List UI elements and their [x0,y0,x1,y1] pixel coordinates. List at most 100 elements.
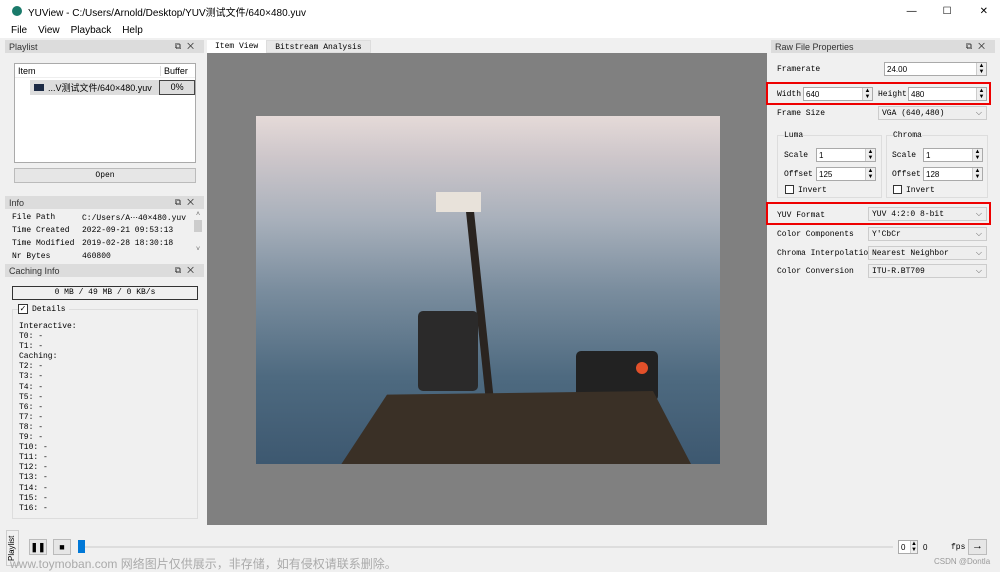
cache-line: T3: - [19,372,44,382]
cache-line: T12: - [19,463,48,473]
width-spinbox[interactable]: 640 ▲ ▼ [803,87,873,101]
menu-file[interactable]: File [11,25,27,36]
cache-line: T11: - [19,453,48,463]
spin-arrows-icon[interactable]: ▲ ▼ [976,63,986,75]
spin-arrows-icon[interactable]: ▲ ▼ [972,168,982,180]
spin-arrows-icon[interactable]: ▲ ▼ [976,88,986,100]
raw-props-title: Raw File Properties [775,41,854,52]
spin-arrows-icon[interactable]: ▲ ▼ [862,88,872,100]
app-icon [12,6,22,16]
playlist-tree[interactable]: Item Buffer ...V测试文件/640×480.yuv 0% [14,63,196,163]
cache-thread-list: Interactive: T0: - T1: - Caching: T2: - T3: -… [19,322,77,514]
menu-help[interactable]: Help [122,25,143,36]
tab-bitstream-analysis[interactable]: Bitstream Analysis [266,40,371,53]
pause-button[interactable]: ❚❚ [29,539,47,555]
chroma-group: Chroma Scale 1 ▲ ▼ Offset 128 ▲ ▼ Invert [886,131,988,198]
cache-line: T5: - [19,392,44,402]
interp-label: Chroma Interpolation [777,249,874,258]
yuv-frame-image [256,116,720,464]
details-group: ✓ Details Interactive: T0: - T1: - Caching:… [12,304,198,519]
yuv-format-label: YUV Format [777,211,826,220]
chroma-offset-spinbox[interactable]: 128 ▲ ▼ [923,167,983,181]
frame-spinbox[interactable]: 0 ▲ ▼ [898,540,918,554]
minimize-button[interactable]: — [907,6,917,17]
item-name: ...V测试文件/640×480.yuv [47,83,152,93]
next-arrow-button[interactable]: → [968,539,987,555]
chroma-invert-checkbox[interactable] [893,185,902,194]
chroma-invert-label: Invert [906,186,935,195]
dock-controls[interactable]: ⧉✕ [966,41,991,52]
chroma-offset-label: Offset [892,170,921,179]
credit-text: CSDN @Dontla [934,557,991,566]
dock-controls[interactable]: ⧉✕ [175,197,200,208]
col-buffer[interactable]: Buffer [160,65,188,76]
stop-button[interactable]: ■ [53,539,71,555]
col-item[interactable]: Item [15,66,160,76]
cache-line: T13: - [19,473,48,483]
spin-arrows-icon[interactable]: ▲ ▼ [865,168,875,180]
chroma-scale-spinbox[interactable]: 1 ▲ ▼ [923,148,983,162]
frame-size-select[interactable]: VGA (640,480) ⌵ [878,106,987,120]
width-value: 640 [806,89,820,99]
components-label: Color Components [777,230,854,239]
close-button[interactable]: ✕ [980,6,988,17]
frame-size-value: VGA (640,480) [882,108,945,118]
luma-scale-spinbox[interactable]: 1 ▲ ▼ [816,148,876,162]
cache-line: Caching: [19,352,58,362]
cache-status: 0 MB / 49 MB / 0 KB/s [12,286,198,300]
height-value: 480 [911,89,925,99]
chevron-down-icon: ⌵ [975,248,982,258]
cache-line: T7: - [19,412,44,422]
menu-playback[interactable]: Playback [71,25,112,36]
luma-scale-value: 1 [819,150,824,160]
luma-offset-spinbox[interactable]: 125 ▲ ▼ [816,167,876,181]
watermark-text: www.toymoban.com 网络图片仅供展示，非存储，如有侵权请联系删除。 [10,557,397,571]
details-label: Details [32,304,66,314]
playlist-item[interactable]: ...V测试文件/640×480.yuv 0% [30,80,195,95]
framerate-spinbox[interactable]: 24.00 ▲ ▼ [884,62,987,76]
details-checkbox[interactable]: ✓ [18,304,28,314]
info-value: C:/Users/A⋯40×480.yuv [82,214,187,223]
chevron-down-icon: ⌵ [975,266,982,276]
dock-controls[interactable]: ⧉✕ [175,41,200,52]
luma-invert-label: Invert [798,186,827,195]
chevron-down-icon: ⌵ [975,209,982,219]
height-spinbox[interactable]: 480 ▲ ▼ [908,87,987,101]
frame-slider[interactable] [78,546,893,548]
maximize-button[interactable]: ☐ [943,6,952,17]
slider-handle[interactable] [78,540,85,553]
conversion-select[interactable]: ITU-R.BT709 ⌵ [868,264,987,278]
open-button[interactable]: Open [14,168,196,183]
luma-offset-value: 125 [819,169,833,179]
info-scrollbar[interactable]: ˄ ˅ [193,211,203,261]
fps-label: fps [951,543,966,552]
info-key: Time Created [12,226,70,235]
raw-props-header: Raw File Properties ⧉✕ [771,40,995,53]
spin-arrows-icon[interactable]: ▲ ▼ [910,541,917,553]
frame-max: 0 [923,543,928,552]
frame-value: 0 [901,542,906,552]
caching-header: Caching Info ⧉✕ [5,264,204,277]
yuv-format-select[interactable]: YUV 4:2:0 8-bit ⌵ [868,207,987,221]
interp-select[interactable]: Nearest Neighbor ⌵ [868,246,987,260]
video-file-icon [34,84,44,91]
luma-invert-checkbox[interactable] [785,185,794,194]
info-value: 2022-09-21 09:53:13 [82,226,174,235]
item-view-canvas[interactable] [207,53,767,525]
spin-arrows-icon[interactable]: ▲ ▼ [972,149,982,161]
components-select[interactable]: Y'CbCr ⌵ [868,227,987,241]
info-title: Info [9,197,25,208]
cache-line: T15: - [19,493,48,503]
tab-item-view[interactable]: Item View [207,40,267,53]
dock-controls[interactable]: ⧉✕ [175,265,200,276]
playlist-title: Playlist [9,41,38,52]
info-table: File Path C:/Users/A⋯40×480.yuv Time Crea… [12,213,194,261]
info-key: File Path [12,213,56,222]
cache-line: T8: - [19,422,44,432]
cache-line: T6: - [19,402,44,412]
width-label: Width [777,90,802,99]
info-value: 2019-02-28 18:30:18 [82,239,174,248]
menu-view[interactable]: View [38,25,60,36]
spin-arrows-icon[interactable]: ▲ ▼ [865,149,875,161]
info-header: Info ⧉✕ [5,196,204,209]
